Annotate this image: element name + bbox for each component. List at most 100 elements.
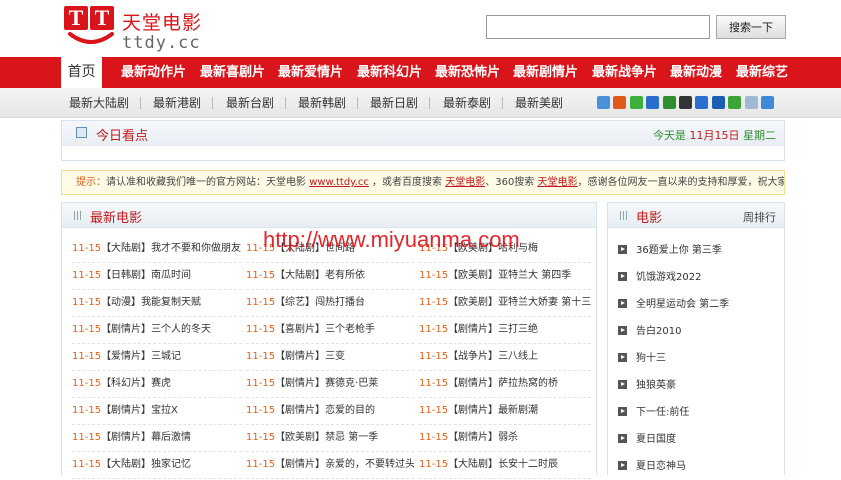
movie-title[interactable]: 我能复制天赋 bbox=[141, 297, 201, 308]
ranking-item[interactable]: 告白2010 bbox=[618, 318, 681, 345]
subnav-item-us[interactable]: 最新美剧 bbox=[515, 88, 563, 118]
subnav-item-mainland[interactable]: 最新大陆剧 bbox=[69, 88, 129, 118]
nav-item-war[interactable]: 最新战争片 bbox=[592, 57, 657, 88]
today-title: 今日看点 bbox=[96, 129, 149, 144]
movie-title[interactable]: 三个人的冬天 bbox=[151, 324, 211, 335]
movie-title[interactable]: 长安十二时辰 bbox=[498, 459, 558, 470]
movie-title[interactable]: 南瓜时间 bbox=[151, 270, 191, 281]
movie-list-item[interactable]: 11-15【剧情片】弱杀 bbox=[419, 425, 591, 452]
notice-baidu-link[interactable]: 天堂电影 bbox=[445, 177, 485, 188]
subnav-item-hk[interactable]: 最新港剧 bbox=[153, 88, 201, 118]
movie-title[interactable]: 禁忌 第一季 bbox=[325, 432, 378, 443]
subnav-divider bbox=[429, 97, 430, 109]
qzone-icon[interactable] bbox=[597, 96, 610, 109]
ranking-sort-tab[interactable]: 周排行 bbox=[743, 209, 776, 225]
ranking-item-title: 夏日恋神马 bbox=[636, 461, 686, 472]
search-button[interactable]: 搜索一下 bbox=[716, 15, 786, 39]
movie-list-item[interactable]: 11-15【欧美剧】禁忌 第一季 bbox=[246, 425, 414, 452]
movie-list-item[interactable]: 11-15【欧美剧】亚特兰大 第四季 bbox=[419, 263, 591, 290]
movie-title[interactable]: 幕后激情 bbox=[151, 432, 191, 443]
movie-title[interactable]: 我才不要和你做朋友 bbox=[151, 243, 241, 254]
today-date-prefix: 今天是 bbox=[653, 129, 686, 142]
kaixin-icon[interactable] bbox=[728, 96, 742, 109]
movie-list-item[interactable]: 11-15【剧情片】幕后激情 bbox=[72, 425, 242, 452]
movie-list-item[interactable]: 11-15【喜剧片】三个老枪手 bbox=[246, 317, 414, 344]
baidu-icon[interactable] bbox=[646, 96, 660, 109]
subnav-item-jp[interactable]: 最新日剧 bbox=[370, 88, 418, 118]
movie-list-item[interactable]: 11-15【爱情片】三城记 bbox=[72, 344, 242, 371]
ranking-item[interactable]: 下一任:前任 bbox=[618, 399, 689, 426]
ranking-item[interactable]: 狗十三 bbox=[618, 345, 666, 372]
nav-item-horror[interactable]: 最新恐怖片 bbox=[435, 57, 500, 88]
notice-bar: 提示：请认准和收藏我们唯一的官方网站：天堂电影 www.ttdy.cc ，或者百… bbox=[61, 170, 785, 195]
movie-title[interactable]: 老有所依 bbox=[325, 270, 365, 281]
renren-icon[interactable] bbox=[711, 96, 725, 109]
movie-list-item[interactable]: 11-15【剧情片】萨拉热窝的桥 bbox=[419, 371, 591, 398]
sina-weibo-icon[interactable] bbox=[613, 96, 627, 109]
movie-title[interactable]: 三打三绝 bbox=[498, 324, 538, 335]
ranking-item[interactable]: 夏日恋神马 bbox=[618, 453, 686, 480]
nav-item-comedy[interactable]: 最新喜剧片 bbox=[200, 57, 265, 88]
movie-title[interactable]: 宝拉X bbox=[151, 405, 178, 416]
movie-title[interactable]: 三变 bbox=[325, 351, 345, 362]
movie-list-item[interactable]: 11-15【剧情片】恋爱的目的 bbox=[246, 398, 414, 425]
movie-list-item[interactable]: 11-15【剧情片】宝拉X bbox=[72, 398, 242, 425]
movie-list-item[interactable]: 11-15【综艺】闯热打播台 bbox=[246, 290, 414, 317]
movie-list-item[interactable]: 11-15【动漫】我能复制天赋 bbox=[72, 290, 242, 317]
ranking-item[interactable]: 饥饿游戏2022 bbox=[618, 264, 701, 291]
movie-title[interactable]: 三八线上 bbox=[498, 351, 538, 362]
subnav-item-tw[interactable]: 最新台剧 bbox=[226, 88, 274, 118]
notice-site-link[interactable]: www.ttdy.cc bbox=[309, 177, 369, 188]
movie-title[interactable]: 闯热打播台 bbox=[315, 297, 365, 308]
movie-title[interactable]: 三个老枪手 bbox=[325, 324, 375, 335]
play-icon bbox=[618, 433, 627, 443]
movie-list-item[interactable]: 11-15【大陆剧】老有所依 bbox=[246, 263, 414, 290]
movie-title[interactable]: 三城记 bbox=[151, 351, 181, 362]
subnav-item-th[interactable]: 最新泰剧 bbox=[443, 88, 491, 118]
movie-title[interactable]: 赛德克·巴莱 bbox=[325, 378, 378, 389]
header: TT 天堂电影 ttdy.cc 搜索一下 bbox=[0, 0, 841, 57]
movie-list-item[interactable]: 11-15【日韩剧】南瓜时间 bbox=[72, 263, 242, 290]
search-input[interactable] bbox=[486, 15, 710, 39]
movie-title[interactable]: 最新剧潮 bbox=[498, 405, 538, 416]
douban-icon[interactable] bbox=[662, 96, 676, 109]
nav-item-scifi[interactable]: 最新科幻片 bbox=[357, 57, 422, 88]
bookmark-icon[interactable] bbox=[744, 96, 758, 109]
movie-title[interactable]: 独家记忆 bbox=[151, 459, 191, 470]
movie-title[interactable]: 亚特兰大娇妻 第十三季 bbox=[498, 297, 591, 308]
movie-cat: 【剧情片】 bbox=[101, 405, 152, 416]
movie-list-item[interactable]: 11-15【科幻片】赛虎 bbox=[72, 371, 242, 398]
movie-list-item[interactable]: 11-15【剧情片】赛德克·巴莱 bbox=[246, 371, 414, 398]
movie-title[interactable]: 亚特兰大 第四季 bbox=[498, 270, 571, 281]
movie-list-item[interactable]: 11-15【剧情片】三变 bbox=[246, 344, 414, 371]
movie-title[interactable]: 亲爱的，不要转过头 bbox=[325, 459, 414, 470]
qq-icon[interactable] bbox=[679, 96, 692, 109]
movie-list-item[interactable]: 11-15【欧美剧】亚特兰大娇妻 第十三季 bbox=[419, 290, 591, 317]
movie-list-item[interactable]: 11-15【大陆剧】我才不要和你做朋友 bbox=[72, 236, 242, 263]
movie-title[interactable]: 萨拉热窝的桥 bbox=[498, 378, 558, 389]
nav-item-anime[interactable]: 最新动漫 bbox=[670, 57, 722, 88]
movie-list-item[interactable]: 11-15【剧情片】三打三绝 bbox=[419, 317, 591, 344]
ranking-item[interactable]: 独狼英豪 bbox=[618, 372, 676, 399]
more-share-icon[interactable] bbox=[761, 96, 774, 109]
movie-title[interactable]: 弱杀 bbox=[498, 432, 518, 443]
notice-360-link[interactable]: 天堂电影 bbox=[538, 177, 578, 188]
tencent-icon[interactable] bbox=[695, 96, 709, 109]
ranking-item[interactable]: 夏日国度 bbox=[618, 426, 676, 453]
movie-list-item[interactable]: 11-15【战争片】三八线上 bbox=[419, 344, 591, 371]
ranking-item[interactable]: 36题爱上你 第三季 bbox=[618, 237, 722, 264]
movie-title[interactable]: 赛虎 bbox=[151, 378, 171, 389]
nav-item-variety[interactable]: 最新综艺 bbox=[736, 57, 788, 88]
nav-item-romance[interactable]: 最新爱情片 bbox=[278, 57, 343, 88]
movie-list-item[interactable]: 11-15【剧情片】三个人的冬天 bbox=[72, 317, 242, 344]
movie-list-item[interactable]: 11-15【剧情片】最新剧潮 bbox=[419, 398, 591, 425]
site-logo[interactable]: TT 天堂电影 ttdy.cc bbox=[64, 6, 224, 53]
movie-title[interactable]: 恋爱的目的 bbox=[325, 405, 375, 416]
nav-item-action[interactable]: 最新动作片 bbox=[121, 57, 186, 88]
wechat-icon[interactable] bbox=[629, 96, 643, 109]
nav-item-drama[interactable]: 最新剧情片 bbox=[513, 57, 578, 88]
subnav-divider bbox=[357, 97, 358, 109]
ranking-item[interactable]: 全明星运动会 第二季 bbox=[618, 291, 729, 318]
subnav-item-kr[interactable]: 最新韩剧 bbox=[298, 88, 346, 118]
nav-home[interactable]: 首页 bbox=[61, 57, 102, 88]
